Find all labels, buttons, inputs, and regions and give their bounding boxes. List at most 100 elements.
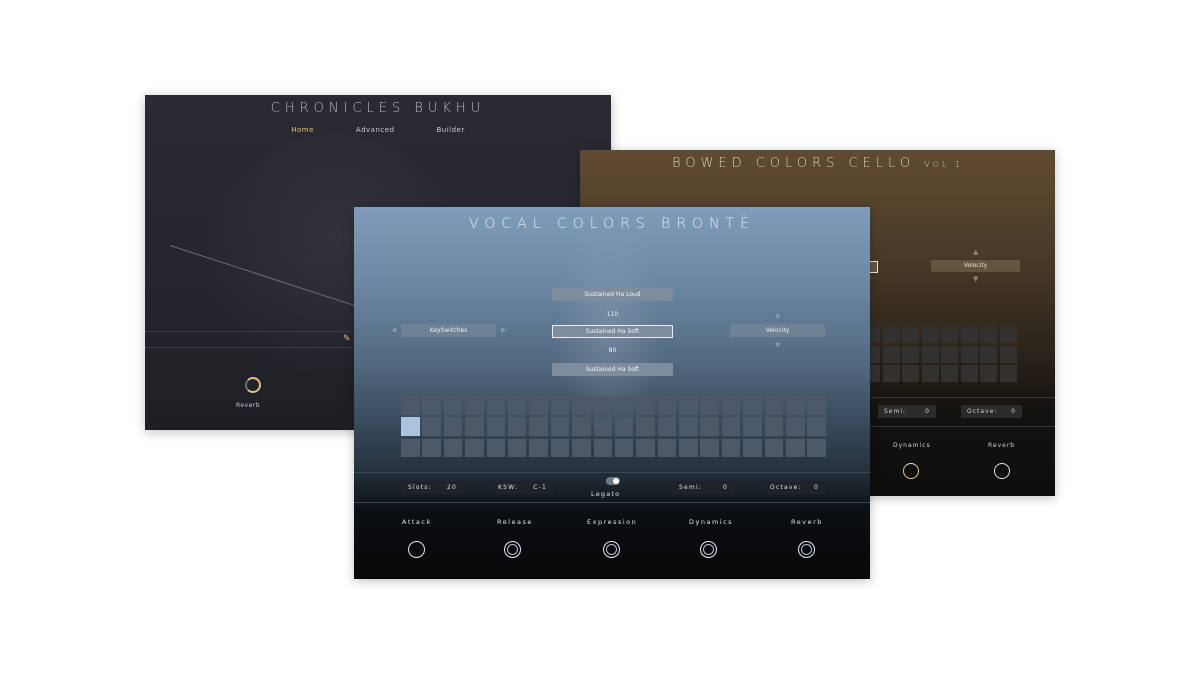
velocity-selector[interactable]: Velocity — [730, 324, 825, 337]
articulation-selected-button[interactable]: Sustained Ha Soft — [552, 325, 673, 338]
slot-cell[interactable] — [593, 417, 613, 436]
semi-field[interactable]: Semi: 0 — [672, 481, 735, 494]
slot-cell[interactable] — [721, 417, 741, 436]
slot-cell[interactable] — [636, 417, 655, 436]
slot-cell[interactable] — [941, 365, 958, 382]
slot-cell[interactable] — [636, 438, 655, 458]
reverb-knob[interactable] — [994, 463, 1010, 479]
slot-cell[interactable] — [550, 417, 570, 436]
slot-cell[interactable] — [443, 396, 463, 415]
slot-cell[interactable] — [401, 396, 420, 415]
slot-cell[interactable] — [902, 326, 919, 343]
slot-cell[interactable] — [679, 438, 698, 458]
tab-advanced[interactable]: Advanced — [356, 126, 395, 134]
slot-cell[interactable] — [443, 438, 463, 458]
slot-cell[interactable] — [999, 345, 1017, 363]
slot-cell[interactable] — [401, 438, 420, 458]
slot-cell[interactable] — [921, 345, 939, 363]
slot-cell[interactable] — [960, 326, 978, 343]
slot-cell[interactable] — [529, 396, 548, 415]
slot-cell[interactable] — [486, 417, 506, 436]
slot-cell[interactable] — [882, 345, 900, 363]
slot-cell-selected[interactable] — [401, 417, 420, 436]
slot-cell[interactable] — [743, 396, 762, 415]
slot-cell[interactable] — [507, 438, 527, 458]
slot-cell[interactable] — [902, 345, 919, 363]
slot-cell[interactable] — [657, 438, 677, 458]
ksw-field[interactable]: KSW: C-1 — [491, 481, 554, 494]
slot-cell[interactable] — [700, 396, 719, 415]
slot-cell[interactable] — [882, 326, 900, 343]
slot-cell[interactable] — [941, 326, 958, 343]
slot-cell[interactable] — [786, 417, 805, 436]
expression-knob[interactable] — [603, 541, 620, 558]
slot-cell[interactable] — [941, 345, 958, 363]
articulation-lower-button[interactable]: Sustained Ha Soft — [552, 363, 673, 376]
slot-cell[interactable] — [550, 396, 570, 415]
slot-cell[interactable] — [657, 396, 677, 415]
slot-cell[interactable] — [657, 417, 677, 436]
slot-cell[interactable] — [807, 417, 826, 436]
slot-cell[interactable] — [721, 438, 741, 458]
reverb-knob[interactable] — [245, 377, 261, 393]
slots-field[interactable]: Slots: 20 — [401, 481, 464, 494]
slot-cell[interactable] — [721, 396, 741, 415]
slot-cell[interactable] — [807, 396, 826, 415]
slot-cell[interactable] — [679, 417, 698, 436]
slot-cell[interactable] — [999, 365, 1017, 382]
tab-home[interactable]: Home — [291, 126, 314, 134]
slot-cell[interactable] — [486, 396, 506, 415]
slot-cell[interactable] — [614, 438, 634, 458]
slot-cell[interactable] — [507, 417, 527, 436]
slot-cell[interactable] — [980, 326, 997, 343]
slot-cell[interactable] — [465, 396, 484, 415]
slot-cell[interactable] — [921, 326, 939, 343]
slot-cell[interactable] — [786, 396, 805, 415]
slot-cell[interactable] — [422, 438, 441, 458]
slot-cell[interactable] — [764, 438, 784, 458]
keyswitches-selector[interactable]: KeySwitches — [401, 324, 496, 337]
legato-toggle[interactable] — [606, 477, 620, 485]
slot-cell[interactable] — [960, 345, 978, 363]
slot-cell[interactable] — [980, 345, 997, 363]
velocity-selector[interactable]: Velocity — [931, 260, 1020, 272]
slot-cell[interactable] — [614, 417, 634, 436]
slot-cell[interactable] — [550, 438, 570, 458]
slot-cell[interactable] — [980, 365, 997, 382]
slot-cell[interactable] — [443, 417, 463, 436]
slot-cell[interactable] — [572, 438, 591, 458]
slot-cell[interactable] — [743, 438, 762, 458]
slot-cell[interactable] — [882, 365, 900, 382]
slot-cell[interactable] — [572, 417, 591, 436]
slot-cell[interactable] — [614, 396, 634, 415]
slot-cell[interactable] — [529, 438, 548, 458]
slot-cell[interactable] — [700, 438, 719, 458]
slot-cell[interactable] — [764, 396, 784, 415]
slot-cell[interactable] — [700, 417, 719, 436]
arrow-down-icon[interactable]: ▼ — [775, 341, 780, 349]
slot-cell[interactable] — [593, 396, 613, 415]
arrow-down-icon[interactable]: ▼ — [973, 275, 978, 283]
slot-cell[interactable] — [921, 365, 939, 382]
slot-cell[interactable] — [422, 417, 441, 436]
slot-cell[interactable] — [593, 438, 613, 458]
slot-cell[interactable] — [786, 438, 805, 458]
arrow-left-icon[interactable]: ◀ — [391, 326, 396, 334]
octave-field[interactable]: Octave: 0 — [961, 405, 1022, 418]
arrow-up-icon[interactable]: ▲ — [775, 311, 780, 319]
octave-field[interactable]: Octave: 0 — [763, 481, 826, 494]
slot-cell[interactable] — [486, 438, 506, 458]
slot-cell[interactable] — [743, 417, 762, 436]
dynamics-knob[interactable] — [700, 541, 717, 558]
slot-cell[interactable] — [960, 365, 978, 382]
dynamics-knob[interactable] — [903, 463, 919, 479]
slot-cell[interactable] — [465, 438, 484, 458]
slot-cell[interactable] — [902, 365, 919, 382]
tab-builder[interactable]: Builder — [436, 126, 464, 134]
arrow-up-icon[interactable]: ▲ — [973, 248, 978, 256]
slot-cell[interactable] — [679, 396, 698, 415]
semi-field[interactable]: Semi: 0 — [878, 405, 936, 418]
attack-knob[interactable] — [408, 541, 425, 558]
slot-cell[interactable] — [572, 396, 591, 415]
slot-cell[interactable] — [529, 417, 548, 436]
